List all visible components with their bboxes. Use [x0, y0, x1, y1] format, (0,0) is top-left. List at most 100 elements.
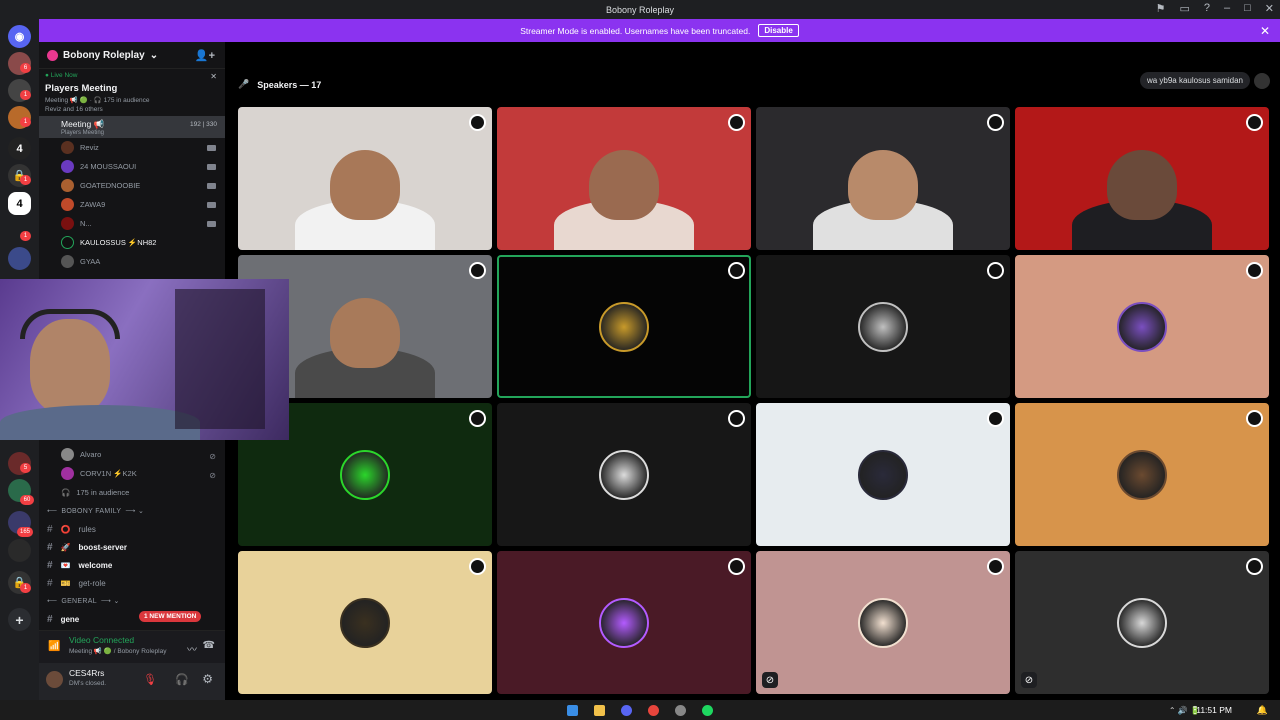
- speaker-avatar-tile[interactable]: [497, 403, 751, 546]
- hash-icon: #: [47, 613, 53, 625]
- obs-icon[interactable]: [675, 704, 686, 716]
- voice-user[interactable]: CORV1N ⚡K2K ⊘: [39, 464, 225, 483]
- avatar[interactable]: [46, 671, 63, 688]
- speaker-video-tile[interactable]: [1015, 107, 1269, 250]
- speaker-grid: ⊘ ⊘: [238, 107, 1269, 694]
- speaker-avatar-tile[interactable]: ⊘: [756, 551, 1010, 694]
- speaker-avatar-tile[interactable]: [497, 551, 751, 694]
- start-icon[interactable]: [567, 704, 578, 716]
- voice-user[interactable]: Alvaro ⊘: [39, 445, 225, 464]
- voice-user-name: GOATEDNOOBIE: [80, 181, 141, 190]
- microphone-icon: 🎤: [238, 79, 250, 89]
- unread-badge: 5: [20, 463, 31, 473]
- server-icon[interactable]: 4: [8, 137, 31, 160]
- disable-streamer-button[interactable]: Disable: [758, 24, 799, 37]
- voice-user[interactable]: KAULOSSUS ⚡NH82: [39, 233, 225, 252]
- channel-boost-server[interactable]: # 🚀 boost-server: [39, 538, 225, 556]
- speakers-count: Speakers — 17: [257, 79, 322, 90]
- discord-taskbar-icon[interactable]: [621, 704, 632, 716]
- banner-text: Streamer Mode is enabled. Usernames have…: [520, 25, 751, 36]
- spotify-icon[interactable]: [702, 704, 713, 716]
- server-icon[interactable]: [8, 539, 31, 562]
- chevron-down-icon: ⌄: [149, 49, 159, 61]
- server-header[interactable]: Bobony Roleplay ⌄ 👤+: [39, 42, 225, 69]
- avatar: [1117, 301, 1167, 352]
- headphones-icon[interactable]: 🎧: [175, 673, 189, 686]
- settings-gear-icon[interactable]: ⚙: [202, 672, 213, 686]
- moderator-badge-icon: [728, 410, 745, 427]
- speaker-avatar-tile[interactable]: [497, 255, 751, 398]
- stage-topic-pill[interactable]: wa yb9a kaulosus samidan: [1139, 72, 1250, 89]
- speaker-avatar-tile[interactable]: [756, 403, 1010, 546]
- category-bobony-family[interactable]: ⟵ BOBONY FAMILY ⟶ ⌄: [39, 502, 225, 520]
- disconnect-icon[interactable]: ☎: [203, 640, 215, 651]
- avatar: [599, 449, 649, 500]
- inbox-icon[interactable]: ⚑: [1156, 2, 1166, 15]
- hash-icon: #: [47, 541, 53, 553]
- voice-user[interactable]: 24 MOUSSAOUI: [39, 157, 225, 176]
- help-icon[interactable]: ?: [1204, 2, 1210, 15]
- unread-badge: 1: [20, 231, 31, 241]
- speaker-avatar-tile[interactable]: [238, 551, 492, 694]
- streamer-webcam-overlay: [0, 279, 289, 440]
- home-icon[interactable]: ◉: [8, 25, 31, 48]
- user-count-b: 330: [206, 121, 217, 128]
- avatar: [1117, 449, 1167, 500]
- new-mention-pill[interactable]: 1 NEW MENTION: [139, 611, 202, 622]
- server-icon-selected[interactable]: 4: [8, 192, 31, 215]
- avatar: [61, 179, 74, 192]
- channel-welcome[interactable]: # 💌 welcome: [39, 556, 225, 574]
- speaker-avatar-tile[interactable]: ⊘: [1015, 551, 1269, 694]
- server-icon[interactable]: [8, 247, 31, 270]
- voice-user[interactable]: GYAA: [39, 252, 225, 271]
- window-titlebar: Bobony Roleplay ⚑ ▭ ? – □ ✕: [0, 0, 1280, 19]
- hash-icon: #: [47, 523, 53, 535]
- minimize-button[interactable]: –: [1224, 2, 1230, 15]
- file-explorer-icon[interactable]: [594, 704, 605, 716]
- avatar[interactable]: [1254, 73, 1270, 89]
- avatar: [599, 301, 649, 352]
- speaker-avatar-tile[interactable]: [756, 255, 1010, 398]
- screen-icon[interactable]: ▭: [1179, 2, 1189, 15]
- voice-user-name: 24 MOUSSAOUI: [80, 162, 137, 171]
- mic-off-icon: ⊘: [209, 451, 216, 461]
- close-banner-icon[interactable]: ✕: [1260, 24, 1270, 38]
- live-event-card[interactable]: ● Live Now ✕ Players Meeting Meeting 📢 🟢 …: [39, 69, 225, 116]
- notification-bell-icon[interactable]: 🔔: [1257, 705, 1268, 716]
- channel-get-role[interactable]: # 🎫 get-role: [39, 574, 225, 592]
- avatar: [61, 141, 74, 154]
- voice-user[interactable]: ZAWA9: [39, 195, 225, 214]
- voice-user[interactable]: GOATEDNOOBIE: [39, 176, 225, 195]
- maximize-button[interactable]: □: [1244, 2, 1251, 15]
- speaker-avatar-tile[interactable]: [1015, 403, 1269, 546]
- invite-icon[interactable]: 👤+: [195, 49, 215, 62]
- voice-user-name: Alvaro: [80, 450, 102, 459]
- speaker-face: [330, 149, 400, 220]
- avatar: [61, 255, 74, 268]
- voice-user[interactable]: Reviz: [39, 138, 225, 157]
- channel-rules[interactable]: # ⭕ rules: [39, 520, 225, 538]
- streamer-shirt: [0, 405, 200, 440]
- close-window-button[interactable]: ✕: [1265, 2, 1274, 15]
- close-event-icon[interactable]: ✕: [210, 72, 217, 81]
- speaker-video-tile[interactable]: [497, 107, 751, 250]
- live-label: ● Live Now ✕: [45, 72, 217, 81]
- noise-suppression-icon[interactable]: 〰: [187, 641, 197, 656]
- stage-header: 🎤 Speakers — 17: [238, 79, 321, 90]
- moderator-badge-icon: [728, 558, 745, 575]
- speaker-video-tile[interactable]: [756, 107, 1010, 250]
- background-clothes: [175, 289, 265, 429]
- stage-channel-meeting[interactable]: Meeting 📢 Players Meeting 192 | 330: [39, 116, 225, 138]
- category-general[interactable]: ⟵ GENERAL ⟶ ⌄: [39, 592, 225, 610]
- chrome-icon[interactable]: [648, 704, 659, 716]
- avatar: [858, 449, 908, 500]
- audience-row[interactable]: 🎧 175 in audience: [39, 483, 225, 502]
- speaker-video-tile[interactable]: [238, 107, 492, 250]
- voice-user[interactable]: N...: [39, 214, 225, 233]
- window-title: Bobony Roleplay: [605, 4, 675, 15]
- speaker-avatar-tile[interactable]: [1015, 255, 1269, 398]
- mic-muted-icon[interactable]: 🎙: [143, 673, 157, 686]
- voice-user-name: Reviz: [80, 143, 99, 152]
- user-panel: CES4Rrs DM's closed. 🎙 🎧 ⚙: [39, 663, 225, 700]
- add-server-icon[interactable]: +: [8, 608, 31, 631]
